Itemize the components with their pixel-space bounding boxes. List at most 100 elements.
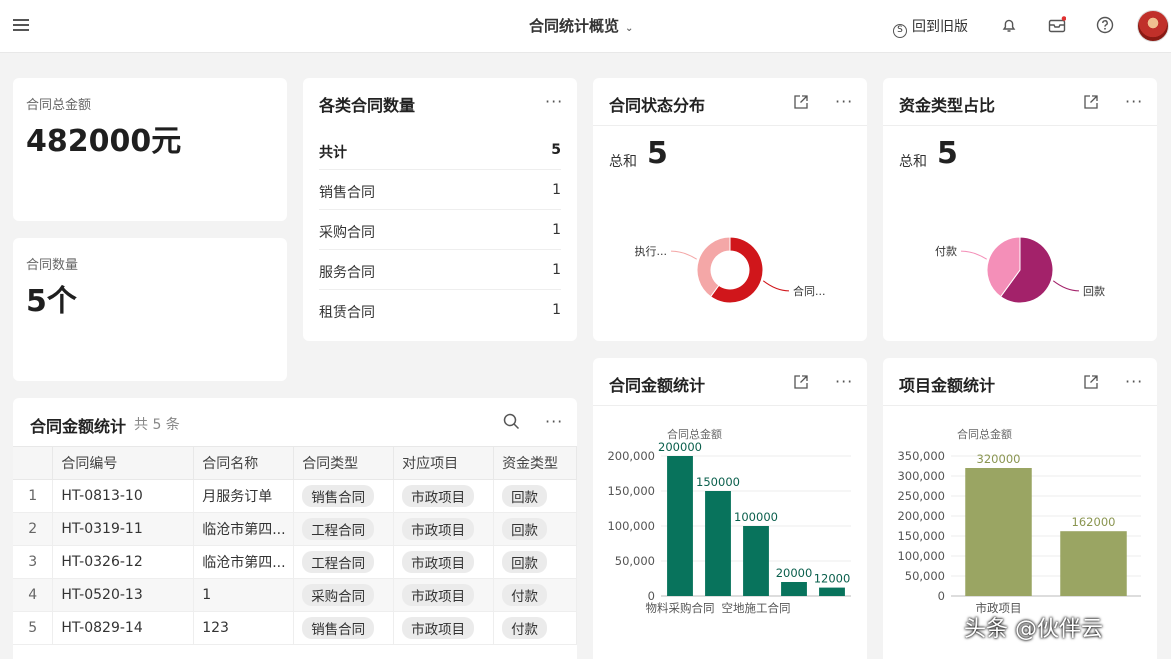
table-cell: 临沧市第四... [193, 512, 295, 546]
y-tick-label: 150,000 [897, 529, 945, 543]
pie-label: 回款 [1083, 284, 1105, 298]
fund-card: 资金类型占比 ··· 总和 5 付款 回款 [883, 78, 1157, 341]
data-label: 200000 [658, 440, 702, 454]
tag: 付款 [502, 584, 548, 606]
divider [593, 125, 867, 126]
table-cell: HT-0326-12 [52, 545, 195, 579]
more-icon[interactable]: ··· [835, 92, 853, 111]
y-tick-label: 200,000 [897, 509, 945, 523]
list-item: 租赁合同 1 [319, 290, 561, 330]
amount-chart-card: 合同金额统计 ··· 合同总金额 0 50,000 100,000 150,000 200… [593, 358, 867, 659]
kpi-total-label: 合同总金额 [26, 98, 92, 113]
more-icon[interactable]: ··· [545, 92, 563, 111]
inbox-icon[interactable] [1048, 16, 1066, 34]
expand-icon[interactable] [793, 374, 809, 390]
chevron-down-icon: ⌄ [625, 23, 634, 34]
y-tick-label: 300,000 [897, 469, 945, 483]
row-value: 1 [552, 262, 561, 278]
more-icon[interactable]: ··· [545, 412, 563, 431]
table-cell: HT-0319-11 [52, 512, 195, 546]
tag: 采购合同 [302, 584, 375, 606]
column-header[interactable] [13, 446, 54, 480]
list-item: 采购合同 1 [319, 210, 561, 250]
bar [781, 582, 807, 596]
top-bar: 合同统计概览 ⌄ S 回到旧版 [0, 0, 1171, 53]
kpi-count-card: 合同数量 5个 [13, 238, 287, 381]
table-cell: 123 [193, 611, 295, 645]
more-icon[interactable]: ··· [835, 372, 853, 391]
bar [667, 456, 693, 596]
page-title: 合同统计概览 [529, 17, 620, 35]
row-value: 1 [552, 182, 561, 198]
tag: 市政项目 [402, 617, 475, 639]
tag: 回款 [502, 485, 548, 507]
menu-icon[interactable] [13, 19, 29, 31]
row-label: 采购合同 [319, 225, 375, 241]
table-row[interactable]: 2 HT-0319-11 临沧市第四... 工程合同 市政项目 回款 [13, 512, 577, 546]
tag: 工程合同 [302, 518, 375, 540]
list-item: 服务合同 1 [319, 250, 561, 290]
leader-line [670, 250, 697, 260]
data-label: 320000 [977, 452, 1021, 466]
data-label: 100000 [734, 510, 778, 524]
pie-label: 付款 [935, 244, 957, 258]
card-title: 合同状态分布 [609, 96, 706, 115]
row-index: 1 [13, 479, 54, 513]
table-title: 合同金额统计 [30, 417, 127, 436]
more-icon[interactable]: ··· [1125, 372, 1143, 391]
search-icon[interactable] [503, 413, 520, 430]
table-row[interactable]: 4 HT-0520-13 1 采购合同 市政项目 付款 [13, 578, 577, 612]
cell-tag: 付款 [493, 578, 577, 612]
table-row[interactable]: 3 HT-0326-12 临沧市第四... 工程合同 市政项目 回款 [13, 545, 577, 579]
expand-icon[interactable] [793, 94, 809, 110]
pie-slice [696, 236, 731, 298]
bar [1060, 531, 1127, 596]
sum-label: 总和 [609, 154, 637, 170]
old-version-button[interactable]: S 回到旧版 [893, 16, 968, 38]
watermark: 头条 @伙伴云 [964, 617, 1103, 642]
avatar[interactable] [1137, 10, 1169, 42]
column-header[interactable]: 合同类型 [293, 446, 395, 480]
table-cell: 1 [193, 578, 295, 612]
y-tick-label: 100,000 [607, 519, 655, 533]
chart-legend: 合同总金额 [667, 427, 722, 441]
tag: 市政项目 [402, 584, 475, 606]
table-row[interactable]: 5 HT-0829-14 123 销售合同 市政项目 付款 [13, 611, 577, 645]
column-header[interactable]: 对应项目 [393, 446, 495, 480]
kpi-total-value: 482000元 [26, 124, 182, 159]
data-label: 20000 [776, 566, 813, 580]
divider [883, 405, 1157, 406]
x-tick-label: 空地施工合同 [722, 601, 791, 615]
cell-tag: 销售合同 [293, 611, 395, 645]
cell-tag: 回款 [493, 512, 577, 546]
tag: 回款 [502, 518, 548, 540]
x-tick-label: 物料采购合同 [646, 601, 715, 615]
table-row[interactable]: 1 HT-0813-10 月服务订单 销售合同 市政项目 回款 [13, 479, 577, 513]
leader-line [1052, 280, 1080, 292]
card-title: 项目金额统计 [899, 376, 996, 395]
tag: 市政项目 [402, 518, 475, 540]
tag: 市政项目 [402, 485, 475, 507]
help-icon[interactable] [1096, 16, 1114, 34]
leader-line [960, 250, 987, 260]
more-icon[interactable]: ··· [1125, 92, 1143, 111]
table-cell: HT-0520-13 [52, 578, 195, 612]
bar [743, 526, 769, 596]
contract-table: 合同编号 合同名称 合同类型 对应项目 资金类型 1 HT-0813-10 月服务订… [13, 446, 577, 645]
fund-pie-chart: 付款回款 [935, 236, 1105, 304]
pie-label: 合同... [793, 284, 826, 298]
bell-icon[interactable] [1000, 16, 1018, 34]
list-item: 共计 5 [319, 130, 561, 170]
page-title-dropdown[interactable]: 合同统计概览 ⌄ [529, 15, 633, 36]
table-cell: HT-0813-10 [52, 479, 195, 513]
tag: 市政项目 [402, 551, 475, 573]
project-bar-chart: 合同总金额 0 50,000 100,000 150,000 200,000 250,000… [897, 427, 1141, 615]
column-header[interactable]: 合同名称 [193, 446, 295, 480]
column-header[interactable]: 资金类型 [493, 446, 577, 480]
expand-icon[interactable] [1083, 94, 1099, 110]
row-index: 4 [13, 578, 54, 612]
cell-tag: 回款 [493, 479, 577, 513]
data-label: 162000 [1072, 515, 1116, 529]
expand-icon[interactable] [1083, 374, 1099, 390]
column-header[interactable]: 合同编号 [52, 446, 195, 480]
